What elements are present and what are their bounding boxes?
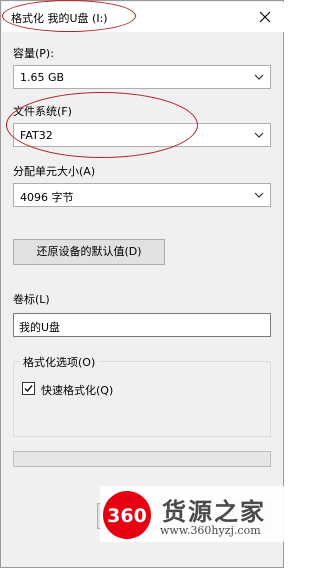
chevron-down-icon	[254, 192, 264, 198]
file-system-label: 文件系统(F)	[13, 105, 72, 118]
volume-label-label: 卷标(L)	[13, 293, 50, 306]
watermark-url: www.360hyzj.com	[160, 524, 261, 537]
watermark-name: 货源之家	[162, 498, 266, 526]
chevron-down-icon	[254, 132, 264, 138]
watermark: 360 货源之家 www.360hyzj.com	[100, 486, 284, 542]
capacity-value: 1.65 GB	[20, 71, 65, 84]
allocation-label: 分配单元大小(A)	[13, 165, 96, 178]
quick-format-label[interactable]: 快速格式化(Q)	[41, 382, 113, 398]
chevron-down-icon	[254, 74, 264, 80]
capacity-label: 容量(P):	[13, 47, 54, 60]
format-progress-bar	[13, 451, 271, 467]
title-bar: 格式化 我的U盘 (I:)	[2, 2, 284, 32]
window-title: 格式化 我的U盘 (I:)	[11, 12, 108, 25]
close-icon	[259, 11, 271, 23]
restore-defaults-button[interactable]: 还原设备的默认值(D)	[13, 239, 165, 265]
watermark-logo: 360	[103, 491, 151, 539]
file-system-value: FAT32	[20, 129, 53, 142]
allocation-value: 4096 字节	[20, 191, 74, 204]
volume-label-input[interactable]: 我的U盘	[13, 313, 271, 337]
format-options-group: 格式化选项(O) 快速格式化(Q)	[13, 354, 271, 437]
capacity-select[interactable]: 1.65 GB	[13, 65, 271, 89]
format-options-legend: 格式化选项(O)	[20, 354, 99, 370]
file-system-select[interactable]: FAT32	[13, 123, 271, 147]
checkmark-icon	[24, 385, 33, 393]
watermark-logo-text: 360	[107, 505, 147, 527]
close-button[interactable]	[254, 7, 276, 27]
quick-format-checkbox[interactable]	[22, 382, 35, 395]
format-dialog: 格式化 我的U盘 (I:) 容量(P): 1.65 GB 文件系统(F) FAT…	[0, 0, 284, 568]
allocation-select[interactable]: 4096 字节	[13, 183, 271, 207]
